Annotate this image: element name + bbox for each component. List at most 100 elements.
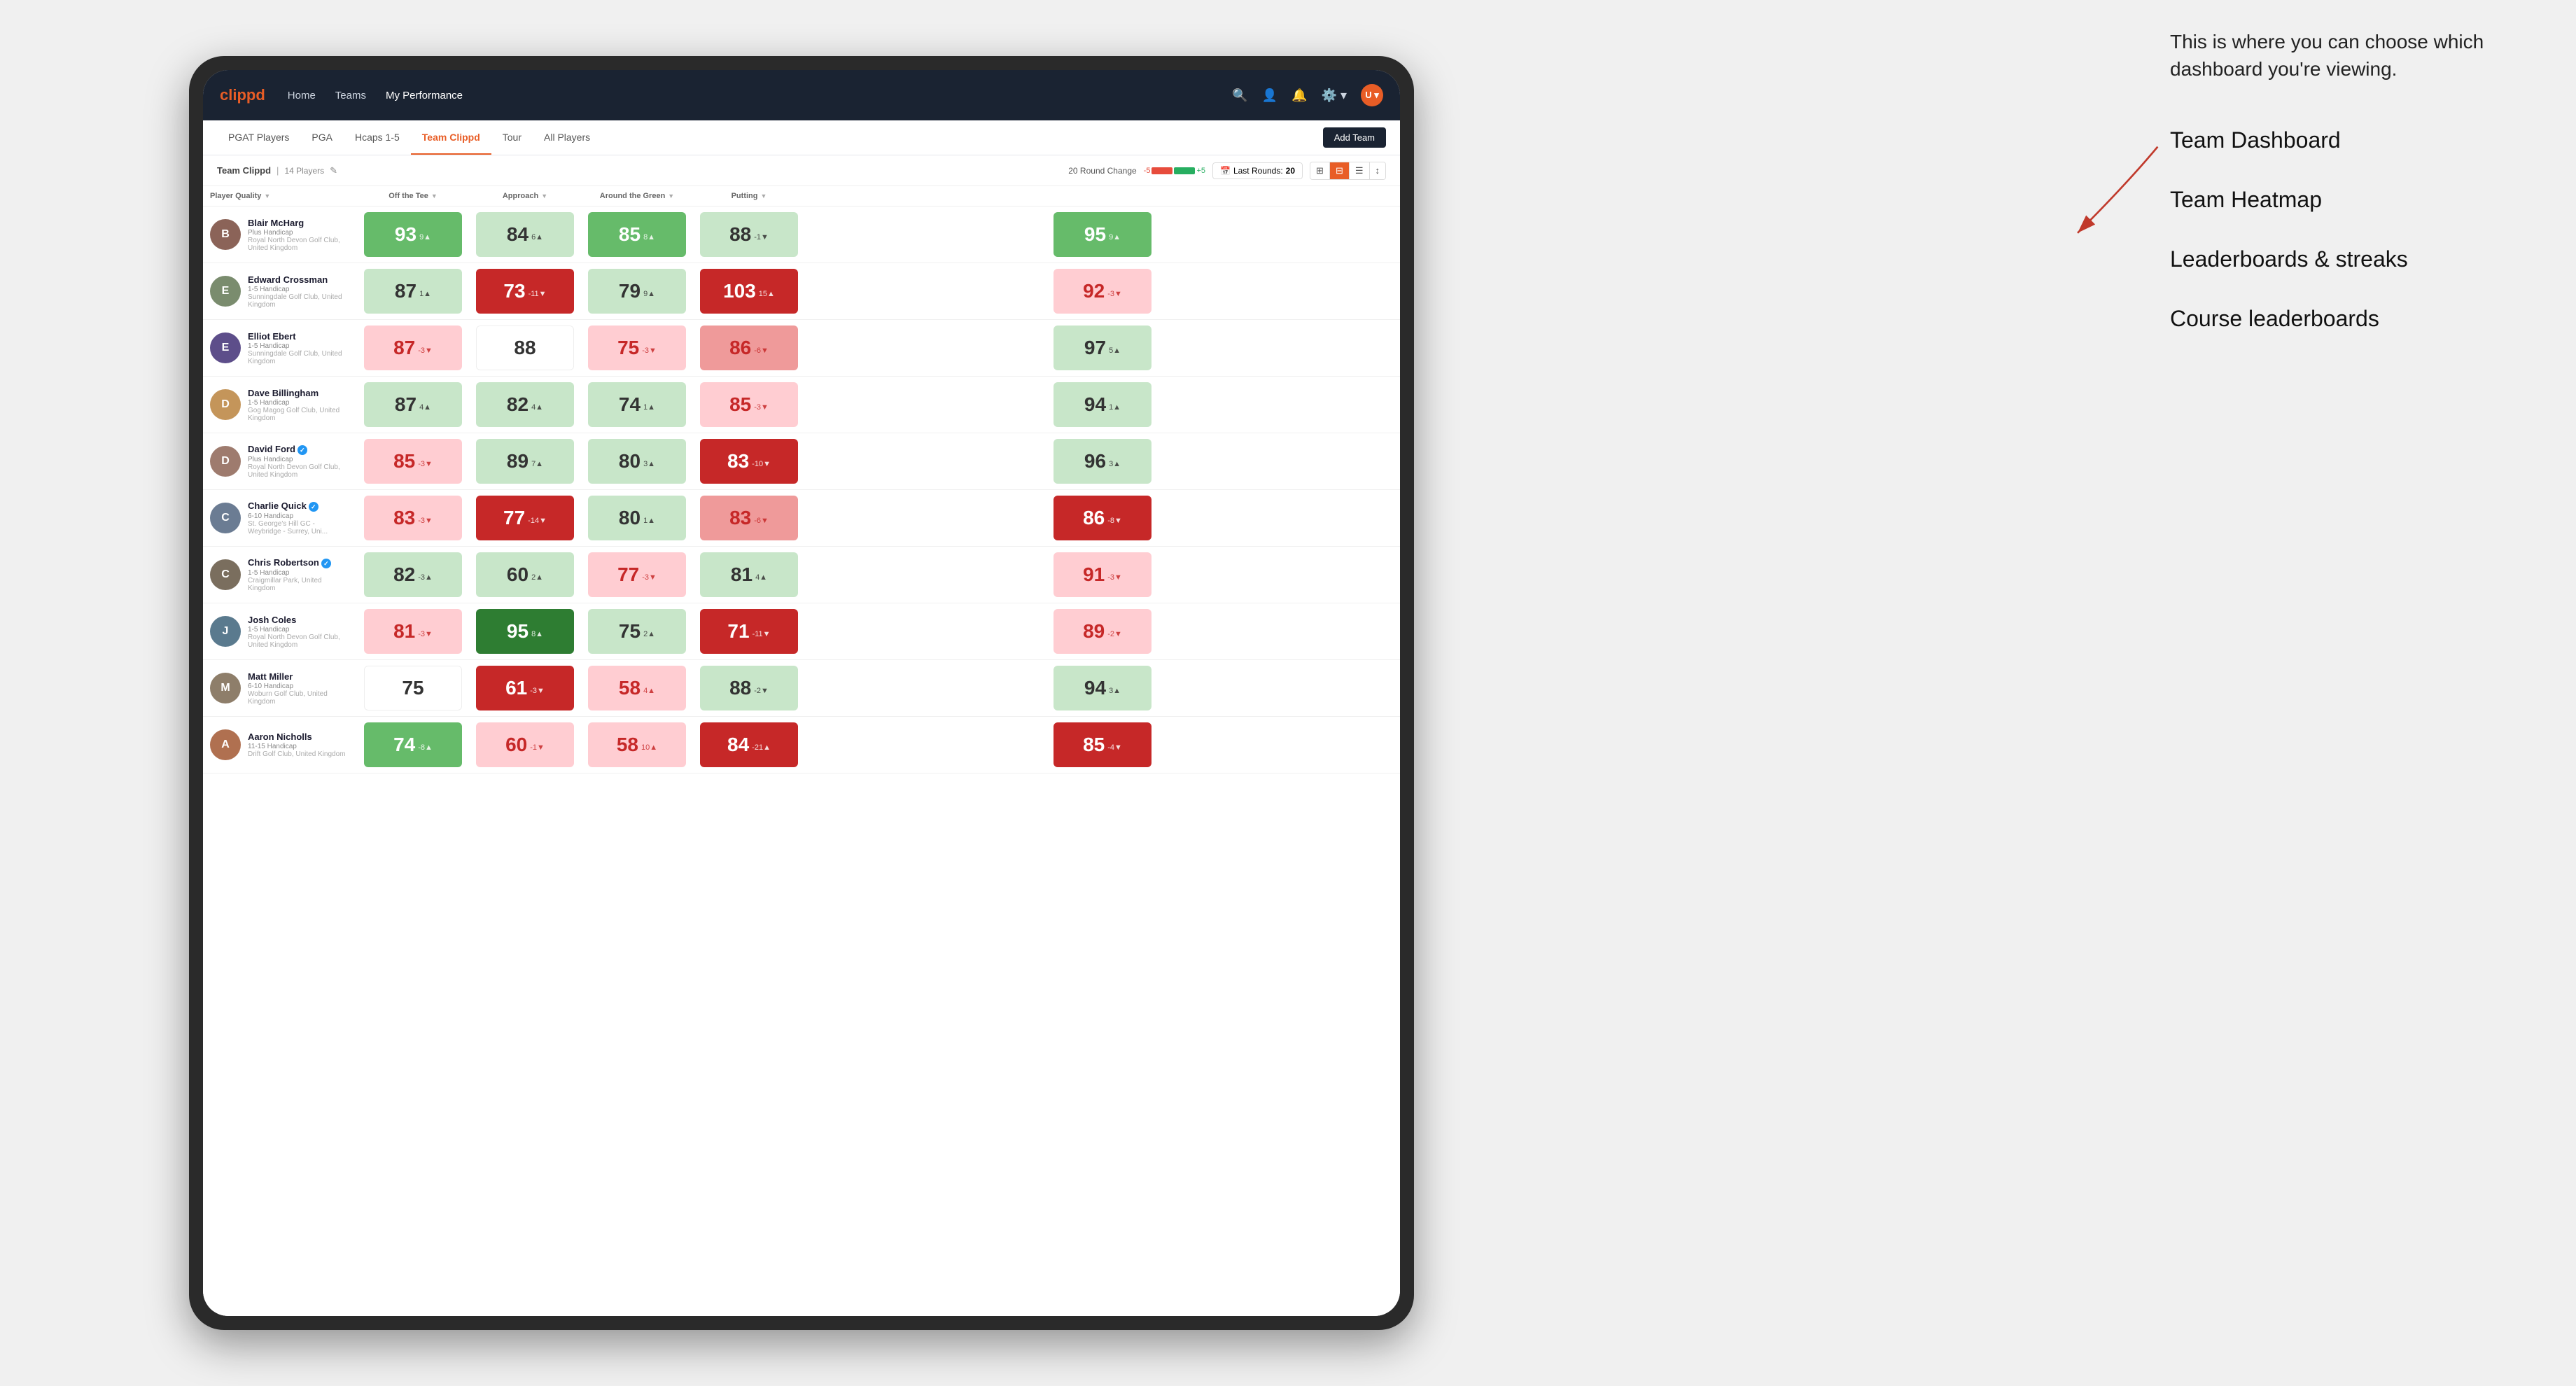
table-row: M Matt Miller 6-10 Handicap Woburn Golf … [203, 660, 1400, 717]
score-change: 9▲ [643, 290, 655, 298]
score-number: 81 [731, 564, 752, 586]
sort-button[interactable]: ↕ [1370, 162, 1386, 179]
bell-button[interactable]: 🔔 [1292, 88, 1307, 103]
add-team-button[interactable]: Add Team [1323, 127, 1386, 148]
score-change: -3▼ [642, 346, 657, 355]
player-cell-7[interactable]: J Josh Coles 1-5 Handicap Royal North De… [203, 603, 357, 660]
score-change: -8▲ [418, 743, 433, 752]
nav-teams[interactable]: Teams [335, 87, 366, 104]
score-cell-2-4: 97 5▲ [805, 320, 1400, 377]
player-count: 14 Players [284, 166, 324, 176]
score-cell-5-2: 80 1▲ [581, 490, 693, 547]
player-cell-5[interactable]: C Charlie Quick✓ 6-10 Handicap St. Georg… [203, 490, 357, 547]
settings-button[interactable]: ⚙️ ▾ [1322, 88, 1347, 103]
edit-icon[interactable]: ✎ [330, 165, 337, 176]
score-number: 83 [393, 507, 415, 529]
player-avatar: E [210, 276, 241, 307]
score-cell-9-4: 85 -4▼ [805, 717, 1400, 774]
score-cell-0-1: 84 6▲ [469, 206, 581, 263]
tab-team-clippd[interactable]: Team Clippd [411, 120, 491, 155]
sort-arrow-off-tee: ▼ [431, 192, 438, 200]
player-info: Dave Billingham 1-5 Handicap Gog Magog G… [248, 388, 350, 422]
player-info: Aaron Nicholls 11-15 Handicap Drift Golf… [248, 732, 350, 758]
table-row: E Elliot Ebert 1-5 Handicap Sunningdale … [203, 320, 1400, 377]
player-handicap: 6-10 Handicap [248, 682, 350, 690]
col-header-putting: Putting ▼ [693, 186, 805, 206]
sub-header: Team Clippd | 14 Players ✎ 20 Round Chan… [203, 155, 1400, 186]
score-cell-4-1: 89 7▲ [469, 433, 581, 490]
tab-hcaps[interactable]: Hcaps 1-5 [344, 120, 411, 155]
player-cell-4[interactable]: D David Ford✓ Plus Handicap Royal North … [203, 433, 357, 490]
score-number: 58 [619, 677, 640, 699]
tab-tour[interactable]: Tour [491, 120, 533, 155]
nav-links: Home Teams My Performance [288, 87, 1233, 104]
score-change: -1▼ [530, 743, 545, 752]
score-change: -11▼ [528, 290, 547, 298]
score-cell-8-4: 94 3▲ [805, 660, 1400, 717]
player-handicap: 11-15 Handicap [248, 743, 350, 750]
score-cell-4-2: 80 3▲ [581, 433, 693, 490]
score-number: 80 [619, 450, 640, 472]
player-cell-8[interactable]: M Matt Miller 6-10 Handicap Woburn Golf … [203, 660, 357, 717]
tab-pgat-players[interactable]: PGAT Players [217, 120, 300, 155]
score-change: -3▼ [1107, 290, 1122, 298]
player-cell-0[interactable]: B Blair McHarg Plus Handicap Royal North… [203, 206, 357, 263]
nav-home[interactable]: Home [288, 87, 316, 104]
score-number: 79 [619, 280, 640, 302]
last-rounds-button[interactable]: 📅 Last Rounds: 20 [1212, 162, 1303, 179]
score-change: 4▲ [531, 403, 543, 412]
search-button[interactable]: 🔍 [1232, 88, 1247, 103]
verified-badge: ✓ [309, 502, 318, 512]
user-avatar[interactable]: U ▾ [1361, 84, 1383, 106]
player-cell-3[interactable]: D Dave Billingham 1-5 Handicap Gog Magog… [203, 377, 357, 433]
player-handicap: 1-5 Handicap [248, 286, 350, 293]
table-row: J Josh Coles 1-5 Handicap Royal North De… [203, 603, 1400, 660]
player-name: Blair McHarg [248, 218, 350, 228]
score-cell-3-1: 82 4▲ [469, 377, 581, 433]
grid-large-view-button[interactable]: ⊟ [1330, 162, 1350, 179]
col-header-approach: Approach ▼ [469, 186, 581, 206]
score-change: -8▼ [1107, 517, 1122, 525]
list-view-button[interactable]: ☰ [1350, 162, 1370, 179]
table-row: C Charlie Quick✓ 6-10 Handicap St. Georg… [203, 490, 1400, 547]
score-change: 3▲ [1109, 687, 1121, 695]
score-number: 75 [402, 677, 424, 699]
change-bar: -5 +5 [1144, 167, 1205, 175]
player-name: Matt Miller [248, 671, 350, 682]
grid-small-view-button[interactable]: ⊞ [1310, 162, 1330, 179]
score-change: 4▲ [419, 403, 431, 412]
score-cell-6-2: 77 -3▼ [581, 547, 693, 603]
user-button[interactable]: 👤 [1262, 88, 1278, 103]
score-change: -6▼ [754, 346, 769, 355]
score-cell-5-3: 83 -6▼ [693, 490, 805, 547]
score-change: -3▼ [642, 573, 657, 582]
table-row: D David Ford✓ Plus Handicap Royal North … [203, 433, 1400, 490]
score-change: 1▲ [643, 517, 655, 525]
player-handicap: 1-5 Handicap [248, 342, 350, 350]
sort-arrow-approach: ▼ [541, 192, 547, 200]
score-number: 75 [619, 620, 640, 643]
score-cell-7-1: 95 8▲ [469, 603, 581, 660]
player-cell-6[interactable]: C Chris Robertson✓ 1-5 Handicap Craigmil… [203, 547, 357, 603]
score-cell-8-0: 75 [357, 660, 469, 717]
tab-all-players[interactable]: All Players [533, 120, 601, 155]
score-number: 61 [505, 677, 527, 699]
tab-pga[interactable]: PGA [300, 120, 344, 155]
player-avatar: D [210, 446, 241, 477]
player-cell-2[interactable]: E Elliot Ebert 1-5 Handicap Sunningdale … [203, 320, 357, 377]
score-number: 88 [514, 337, 536, 359]
player-cell-9[interactable]: A Aaron Nicholls 11-15 Handicap Drift Go… [203, 717, 357, 774]
player-club: Royal North Devon Golf Club, United King… [248, 634, 350, 649]
ipad-screen: clippd Home Teams My Performance 🔍 👤 🔔 ⚙… [203, 70, 1400, 1316]
score-number: 83 [729, 507, 751, 529]
player-cell-1[interactable]: E Edward Crossman 1-5 Handicap Sunningda… [203, 263, 357, 320]
score-cell-0-2: 85 8▲ [581, 206, 693, 263]
score-number: 85 [1083, 734, 1105, 756]
sort-arrow-around-green: ▼ [668, 192, 674, 200]
score-cell-7-4: 89 -2▼ [805, 603, 1400, 660]
score-cell-1-3: 103 15▲ [693, 263, 805, 320]
score-number: 87 [395, 280, 416, 302]
nav-my-performance[interactable]: My Performance [386, 87, 463, 104]
score-change: -4▼ [1107, 743, 1122, 752]
score-change: 9▲ [1109, 233, 1121, 241]
